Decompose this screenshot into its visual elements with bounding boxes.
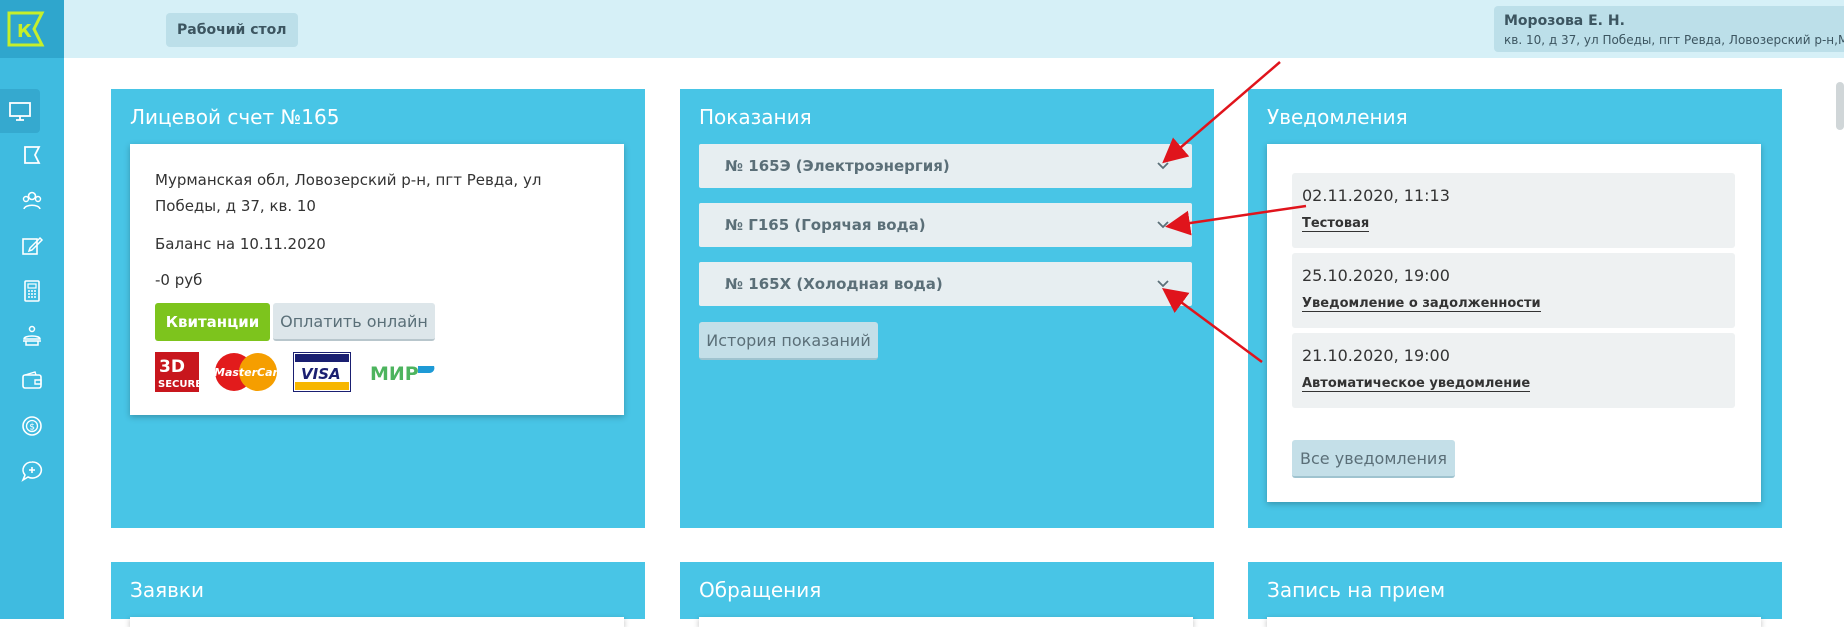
- readings-panel: Показания № 165Э (Электроэнергия) № Г165…: [680, 89, 1214, 528]
- notification-title[interactable]: Автоматическое уведомление: [1302, 376, 1531, 392]
- coin-icon: $: [22, 416, 42, 436]
- svg-text:$: $: [29, 423, 35, 433]
- logo-icon: К: [7, 11, 45, 47]
- notification-item[interactable]: 25.10.2020, 19:00 Уведомление о задолжен…: [1292, 253, 1735, 328]
- reading-item-electricity[interactable]: № 165Э (Электроэнергия): [699, 144, 1192, 188]
- chevron-down-icon: [1157, 280, 1169, 288]
- notification-date: 21.10.2020, 19:00: [1302, 346, 1450, 365]
- notification-title[interactable]: Уведомление о задолженности: [1302, 296, 1541, 312]
- notification-item[interactable]: 02.11.2020, 11:13 Тестовая: [1292, 173, 1735, 248]
- appeals-title: Обращения: [699, 578, 822, 602]
- sidebar-item-calculator[interactable]: [0, 269, 64, 313]
- balance-value: -0 руб: [155, 271, 203, 289]
- requests-title: Заявки: [130, 578, 204, 602]
- chat-add-icon: [21, 461, 43, 482]
- service-icon: [23, 325, 41, 346]
- sidebar-item-service[interactable]: [0, 314, 64, 358]
- sidebar-item-flag[interactable]: [0, 134, 64, 178]
- logo[interactable]: К: [0, 0, 64, 58]
- account-card: Мурманская обл, Ловозерский р-н, пгт Рев…: [130, 144, 624, 415]
- reading-label: № Г165 (Горячая вода): [725, 216, 926, 234]
- wallet-icon: [22, 371, 42, 389]
- visa-logo: VISA: [293, 352, 351, 392]
- flag-icon: [24, 146, 41, 164]
- notification-title[interactable]: Тестовая: [1302, 216, 1370, 232]
- top-bar: Рабочий стол Морозова Е. Н. кв. 10, д 37…: [64, 0, 1844, 58]
- appeals-panel: Обращения: [680, 562, 1214, 627]
- users-icon: [22, 191, 42, 210]
- receipts-button[interactable]: Квитанции: [155, 303, 270, 341]
- sidebar-item-desktop[interactable]: [0, 89, 40, 133]
- svg-text:VISA: VISA: [301, 365, 341, 383]
- user-name: Морозова Е. Н.: [1504, 13, 1625, 29]
- mir-logo: МИР: [370, 363, 435, 385]
- sidebar-item-users[interactable]: [0, 179, 64, 223]
- sidebar-item-wallet[interactable]: [0, 359, 64, 403]
- account-title: Лицевой счет №165: [130, 105, 340, 129]
- pay-online-button[interactable]: Оплатить онлайн: [273, 303, 435, 341]
- user-address: кв. 10, д 37, ул Победы, пгт Ревда, Лово…: [1504, 33, 1844, 47]
- user-profile[interactable]: Морозова Е. Н. кв. 10, д 37, ул Победы, …: [1494, 6, 1844, 52]
- appointment-panel: Запись на прием: [1248, 562, 1782, 627]
- sidebar: К $: [0, 0, 64, 619]
- readings-title: Показания: [699, 105, 812, 129]
- notifications-panel: Уведомления 02.11.2020, 11:13 Тестовая 2…: [1248, 89, 1782, 528]
- desktop-button[interactable]: Рабочий стол: [166, 13, 298, 47]
- reading-item-cold-water[interactable]: № 165Х (Холодная вода): [699, 262, 1192, 306]
- reading-label: № 165Х (Холодная вода): [725, 275, 943, 293]
- svg-text:К: К: [17, 21, 32, 42]
- sidebar-item-chat[interactable]: [0, 449, 64, 493]
- reading-label: № 165Э (Электроэнергия): [725, 157, 950, 175]
- balance-label: Баланс на 10.11.2020: [155, 235, 326, 253]
- chevron-down-icon: [1157, 162, 1169, 170]
- notification-item[interactable]: 21.10.2020, 19:00 Автоматическое уведомл…: [1292, 333, 1735, 408]
- notifications-title: Уведомления: [1267, 105, 1408, 129]
- readings-history-button[interactable]: История показаний: [699, 322, 878, 360]
- edit-icon: [22, 236, 44, 255]
- monitor-icon: [9, 102, 31, 121]
- account-panel: Лицевой счет №165 Мурманская обл, Ловозе…: [111, 89, 645, 528]
- svg-text:МИР: МИР: [370, 363, 419, 385]
- calculator-icon: [24, 280, 40, 302]
- svg-text:3D: 3D: [159, 357, 185, 377]
- mastercard-logo: MasterCard: [214, 353, 280, 391]
- page-scrollbar[interactable]: [1836, 82, 1844, 130]
- requests-panel: Заявки: [111, 562, 645, 627]
- sidebar-item-coin[interactable]: $: [0, 404, 64, 448]
- svg-text:MasterCard: MasterCard: [214, 366, 280, 379]
- notification-date: 25.10.2020, 19:00: [1302, 266, 1450, 285]
- reading-item-hot-water[interactable]: № Г165 (Горячая вода): [699, 203, 1192, 247]
- 3d-secure-logo: 3D SECURE: [155, 352, 199, 392]
- sidebar-item-edit[interactable]: [0, 224, 64, 268]
- chevron-down-icon: [1157, 221, 1169, 229]
- notifications-card: 02.11.2020, 11:13 Тестовая 25.10.2020, 1…: [1267, 144, 1761, 502]
- all-notifications-button[interactable]: Все уведомления: [1292, 440, 1455, 478]
- account-address: Мурманская обл, Ловозерский р-н, пгт Рев…: [155, 171, 542, 215]
- svg-text:SECURE: SECURE: [158, 379, 199, 390]
- appointment-title: Запись на прием: [1267, 578, 1446, 602]
- notification-date: 02.11.2020, 11:13: [1302, 186, 1450, 205]
